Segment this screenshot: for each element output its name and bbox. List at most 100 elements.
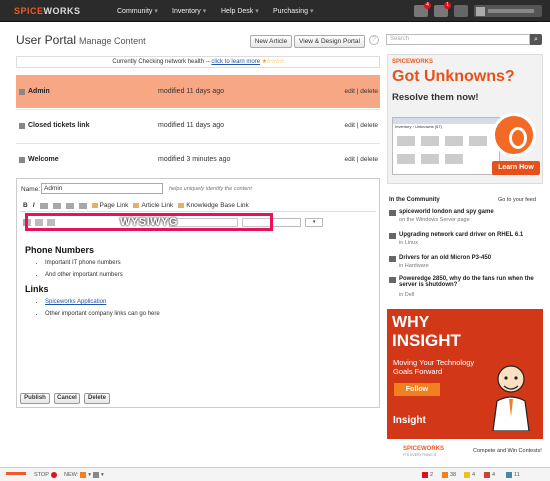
status-count-4[interactable]: 4 — [484, 472, 495, 478]
user-menu[interactable] — [474, 5, 542, 17]
kb-link-button[interactable]: Knowledge Base Link — [178, 202, 249, 209]
image-icon[interactable] — [78, 202, 87, 209]
article-link-label: Article Link — [141, 202, 174, 209]
nav-inventory[interactable]: Inventory — [172, 7, 206, 15]
article-link-button[interactable]: Article Link — [133, 202, 173, 209]
links-list: Spiceworks Application Other important c… — [45, 299, 373, 317]
nav-purchasing[interactable]: Purchasing — [273, 7, 314, 15]
list-item: Important IT phone numbers — [45, 260, 373, 266]
editor-content-area[interactable]: Phone Numbers Important IT phone numbers… — [25, 245, 373, 323]
bullet-list-icon[interactable] — [39, 202, 48, 209]
content-row-admin[interactable]: Admin modified 11 days ago edit | delete — [16, 75, 380, 108]
link-icon[interactable] — [65, 202, 74, 209]
cancel-button[interactable]: Cancel — [54, 393, 80, 404]
device-icon — [469, 136, 487, 146]
status-count-3[interactable]: 4 — [464, 472, 475, 478]
discussion-icon — [389, 277, 396, 283]
content-row-closed-tickets[interactable]: Closed tickets link modified 11 days ago… — [16, 109, 380, 142]
page-link-button[interactable]: Page Link — [91, 202, 129, 209]
community-item-title[interactable]: spiceworld london and spy game — [399, 209, 545, 215]
name-input[interactable]: Admin — [41, 183, 163, 194]
new-article-button[interactable]: New Article — [250, 35, 292, 48]
insight-ad[interactable]: WHY INSIGHT Moving Your Technology Goals… — [387, 309, 543, 439]
bold-button[interactable]: B — [23, 202, 28, 209]
insight-brand: Insight — [393, 415, 426, 426]
search-input[interactable]: Search — [386, 34, 530, 45]
page-title-text: User Portal — [16, 33, 77, 47]
list-item: Spiceworks Application — [45, 299, 373, 305]
unknowns-ad[interactable]: SPICEWORKS Got Unknowns? Resolve them no… — [387, 54, 543, 184]
community-item-source: in Linux — [399, 240, 418, 246]
row-actions[interactable]: edit | delete — [345, 122, 379, 129]
device-icon — [397, 154, 415, 164]
community-item-title[interactable]: Upgrading network card driver on RHEL 6.… — [399, 232, 545, 238]
kb-link-icon — [178, 203, 185, 208]
row-name: Welcome — [28, 156, 59, 163]
row-actions[interactable]: edit | delete — [345, 88, 379, 95]
ad-subheadline: Resolve them now! — [392, 92, 479, 103]
new-label: NEW: — [64, 472, 79, 478]
user-icon — [506, 472, 512, 478]
nav-community[interactable]: Community — [117, 7, 158, 15]
dropdown-arrow-icon[interactable]: ▾ — [305, 217, 324, 227]
view-design-portal-button[interactable]: View & Design Portal — [294, 35, 365, 48]
chevron-down-icon: ▾ — [88, 472, 92, 478]
row-modified: modified 11 days ago — [158, 88, 225, 95]
row-modified: modified 11 days ago — [158, 122, 225, 129]
alert-icon — [422, 472, 428, 478]
ad-logo: SPICEWORKS — [392, 59, 434, 65]
new-menu[interactable]: NEW: ▾ ▾ — [64, 472, 104, 478]
count-label: 38 — [450, 472, 457, 478]
community-item-title[interactable]: Drivers for an old Micron P3-450 — [399, 255, 545, 261]
status-count-2[interactable]: 38 — [442, 472, 456, 478]
footer-ad-logo: SPICEWORKS — [403, 446, 445, 452]
device-icon — [397, 136, 415, 146]
ad-insight-sub: Moving Your Technology Goals Forward — [393, 358, 475, 376]
tools-icon — [93, 472, 100, 478]
list-item: Other important company links can go her… — [45, 311, 373, 317]
status-bar: STOP NEW: ▾ ▾ 2 38 4 4 11 — [0, 467, 550, 481]
row-actions[interactable]: edit | delete — [345, 156, 379, 163]
question-mark-icon — [492, 113, 536, 157]
notice-icon — [464, 472, 470, 478]
ticket-icon — [484, 472, 490, 478]
stop-label: STOP — [34, 472, 49, 478]
numbered-list-icon[interactable] — [52, 202, 61, 209]
status-count-1[interactable]: 2 — [422, 472, 433, 478]
ad-why: WHY — [392, 314, 430, 331]
network-health-bar: Currently Checking network health -- cli… — [16, 56, 380, 68]
help-icon[interactable]: ? — [369, 35, 379, 45]
device-icon — [445, 154, 463, 164]
italic-button[interactable]: I — [33, 202, 35, 209]
page-link-label: Page Link — [99, 202, 129, 209]
spiceworks-logo[interactable]: SPICEWORKS — [14, 6, 81, 16]
count-label: 11 — [514, 472, 520, 478]
community-item-title[interactable]: Poweredge 2850, why do the fans run when… — [399, 276, 545, 288]
status-count-5[interactable]: 11 — [506, 472, 520, 478]
go-to-feed-link[interactable]: Go to your feed — [498, 197, 536, 203]
search-icon[interactable]: ⌕ — [530, 34, 542, 45]
row-name: Admin — [28, 88, 50, 95]
top-navigation-bar: SPICEWORKS Community Inventory Help Desk… — [0, 0, 550, 22]
publish-button[interactable]: Publish — [20, 393, 50, 404]
row-modified: modified 3 minutes ago — [158, 156, 231, 163]
learn-more-link[interactable]: click to learn more — [211, 59, 260, 65]
page-subtitle: Manage Content — [79, 36, 146, 46]
tickets-badge: 1 — [444, 2, 451, 9]
spiceworks-app-link[interactable]: Spiceworks Application — [45, 299, 106, 305]
content-row-welcome[interactable]: Welcome modified 3 minutes ago edit | de… — [16, 143, 380, 176]
cart-icon[interactable] — [454, 5, 468, 17]
delete-button[interactable]: Delete — [84, 393, 110, 404]
warning-icon — [442, 472, 448, 478]
heading-phone-numbers: Phone Numbers — [25, 245, 95, 255]
ad-screenshot-caption: Inventory › Unknowns (67) — [395, 124, 442, 129]
learn-how-button[interactable]: Learn How — [492, 161, 540, 175]
footer-ad-tagline: IT'S EVERYTHING IT — [403, 453, 437, 457]
contest-ad[interactable]: SPICEWORKS IT'S EVERYTHING IT Compete an… — [387, 444, 543, 458]
alerts-icon[interactable]: 4 — [414, 2, 431, 17]
follow-button[interactable]: Follow — [394, 383, 440, 396]
spiceworks-status-logo[interactable] — [6, 472, 26, 475]
nav-help-desk[interactable]: Help Desk — [221, 7, 259, 15]
stop-button[interactable]: STOP — [34, 472, 57, 478]
tickets-icon[interactable]: 1 — [434, 2, 451, 17]
